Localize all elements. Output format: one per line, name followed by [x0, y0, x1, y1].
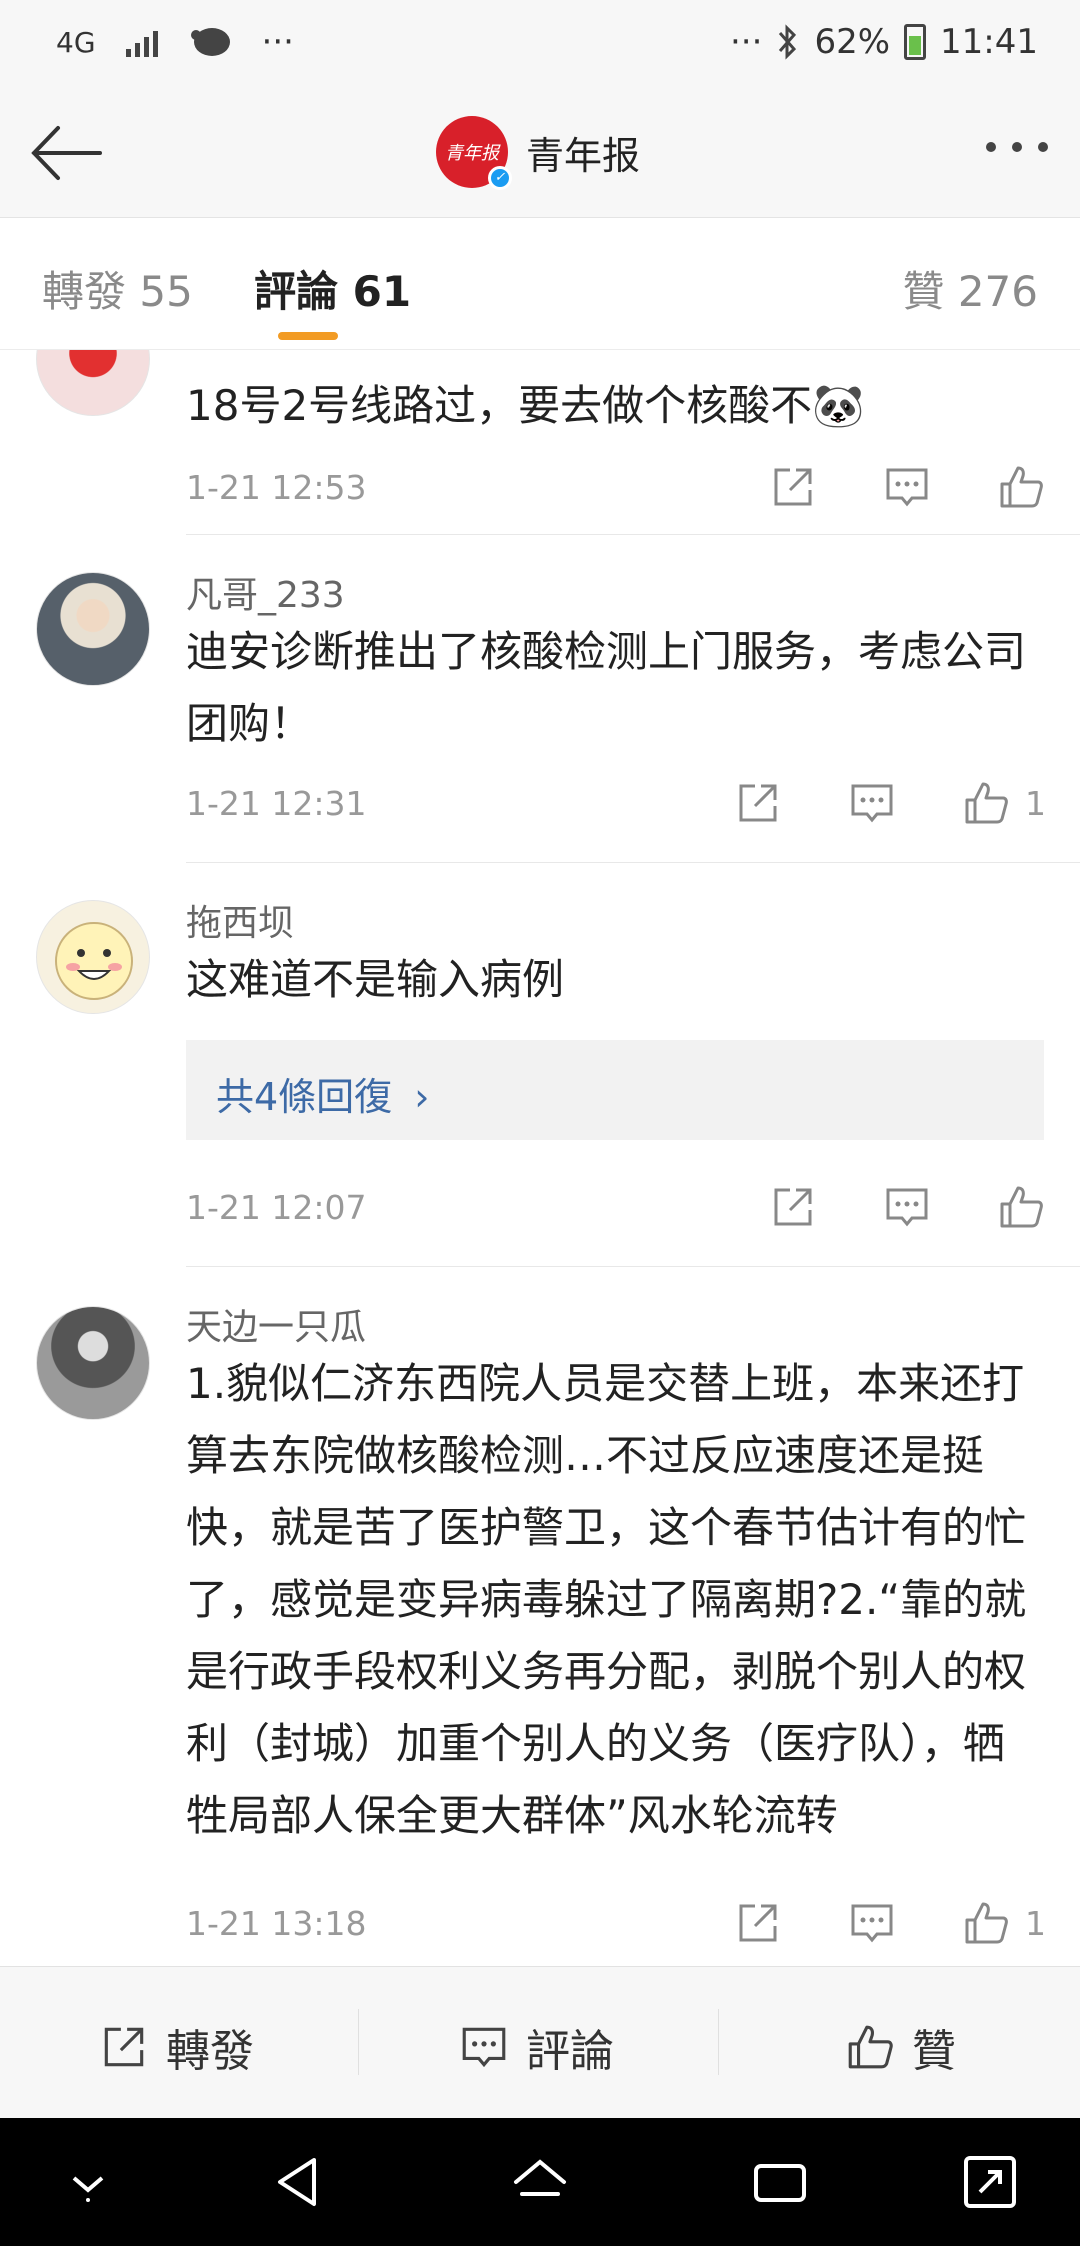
comment-divider	[186, 1266, 1080, 1267]
like-label: 贊	[912, 2026, 956, 2077]
tab-repost[interactable]: 轉發 55	[42, 258, 193, 319]
comment-text: 迪安诊断推出了核酸检测上门服务，考虑公司团购！	[186, 627, 1027, 748]
comment-username[interactable]: 拖西坝	[186, 894, 294, 946]
reply-icon[interactable]	[847, 1898, 897, 1948]
share-icon[interactable]	[733, 778, 783, 828]
repost-button[interactable]: 轉發	[98, 2015, 254, 2079]
comment-divider	[186, 534, 1080, 535]
comment-text: 1.貌似仁济东西院人员是交替上班，本来还打算去东院做核酸检测…不过反应速度还是挺…	[186, 1359, 1027, 1840]
comment-meta: 1-21 12:07	[186, 1182, 1046, 1232]
reply-count-label: 共4條回復	[216, 1075, 393, 1119]
active-tab-indicator	[278, 332, 338, 340]
bottom-action-bar: 轉發 評論 贊	[0, 1966, 1080, 2118]
comment-text: 18号2号线路过，要去做个核酸不🐼	[186, 381, 865, 430]
app-header: 青年报 ✓ 青年报	[0, 90, 1080, 218]
reply-icon[interactable]	[882, 1182, 932, 1232]
tab-bar: 轉發 55 評論 61 贊 276	[0, 218, 1080, 350]
reply-icon[interactable]	[882, 462, 932, 512]
bar-divider	[358, 2009, 359, 2075]
comment-time: 1-21 12:31	[186, 784, 367, 823]
status-right-dots: ···	[730, 22, 763, 62]
comment-list[interactable]: 18号2号线路过，要去做个核酸不🐼 1-21 12:53 凡哥_233 迪安诊断…	[0, 350, 1080, 1966]
back-arrow-icon[interactable]	[26, 118, 106, 188]
like-button[interactable]: 贊	[844, 2015, 956, 2079]
account-logo: 青年报 ✓	[436, 116, 512, 190]
comment-meta: 1-21 12:53	[186, 462, 1046, 512]
tab-likes[interactable]: 贊 276	[902, 258, 1038, 319]
comment-icon	[462, 2027, 506, 2068]
chevron-down-icon[interactable]	[56, 2150, 120, 2214]
comment-username[interactable]: 凡哥_233	[186, 566, 345, 618]
cartoon-face-icon	[55, 922, 133, 1000]
system-nav-bar	[0, 2118, 1080, 2246]
account-info[interactable]: 青年报 ✓ 青年报	[436, 116, 641, 190]
comment-label: 評論	[526, 2026, 614, 2077]
status-time: 11:41	[940, 22, 1038, 62]
tab-comments[interactable]: 評論 61	[254, 258, 411, 319]
verified-badge-icon: ✓	[488, 166, 512, 190]
status-bar: 4G ··· ··· 62% 11:41	[0, 0, 1080, 90]
like-icon[interactable]	[996, 1182, 1046, 1232]
share-icon[interactable]	[733, 1898, 783, 1948]
bluetooth-icon	[779, 24, 797, 60]
repost-icon	[104, 2027, 144, 2067]
like-icon[interactable]	[996, 462, 1046, 512]
repost-label: 轉發	[166, 2026, 254, 2077]
more-options-icon[interactable]	[986, 142, 1048, 152]
avatar[interactable]	[36, 1306, 150, 1420]
avatar[interactable]	[36, 350, 150, 416]
chevron-right-icon: ›	[414, 1075, 430, 1119]
page-title: 青年报	[526, 133, 641, 178]
share-icon[interactable]	[768, 462, 818, 512]
bar-divider	[718, 2009, 719, 2075]
like-count: 1	[1025, 1903, 1046, 1943]
thumbs-up-icon	[848, 2025, 893, 2069]
comment-text: 这难道不是输入病例	[186, 955, 565, 1004]
like-count: 1	[1025, 783, 1046, 823]
like-icon[interactable]	[961, 778, 1011, 828]
comment-time: 1-21 13:18	[186, 1904, 367, 1943]
battery-percent: 62%	[814, 22, 891, 62]
comment-time: 1-21 12:07	[186, 1188, 367, 1227]
like-icon[interactable]	[961, 1898, 1011, 1948]
home-icon[interactable]	[508, 2150, 572, 2214]
comment-username[interactable]: 天边一只瓜	[186, 1298, 366, 1350]
network-indicator: 4G	[56, 25, 96, 59]
avatar[interactable]	[36, 900, 150, 1014]
comment-meta: 1-21 13:18 1	[186, 1898, 1046, 1948]
avatar[interactable]	[36, 572, 150, 686]
reply-icon[interactable]	[847, 778, 897, 828]
battery-icon	[904, 24, 927, 60]
expand-icon[interactable]	[958, 2150, 1022, 2214]
comment-button[interactable]: 評論	[458, 2015, 614, 2079]
notification-icon	[190, 28, 230, 56]
comment-time: 1-21 12:53	[186, 468, 367, 507]
recent-apps-icon[interactable]	[748, 2150, 812, 2214]
comment-meta: 1-21 12:31 1	[186, 778, 1046, 828]
share-icon[interactable]	[768, 1182, 818, 1232]
view-replies-button[interactable]: 共4條回復 ›	[186, 1040, 1044, 1140]
comment-divider	[186, 862, 1080, 863]
status-more-dots: ···	[261, 22, 294, 62]
signal-icon	[125, 27, 158, 57]
back-triangle-icon[interactable]	[268, 2150, 332, 2214]
